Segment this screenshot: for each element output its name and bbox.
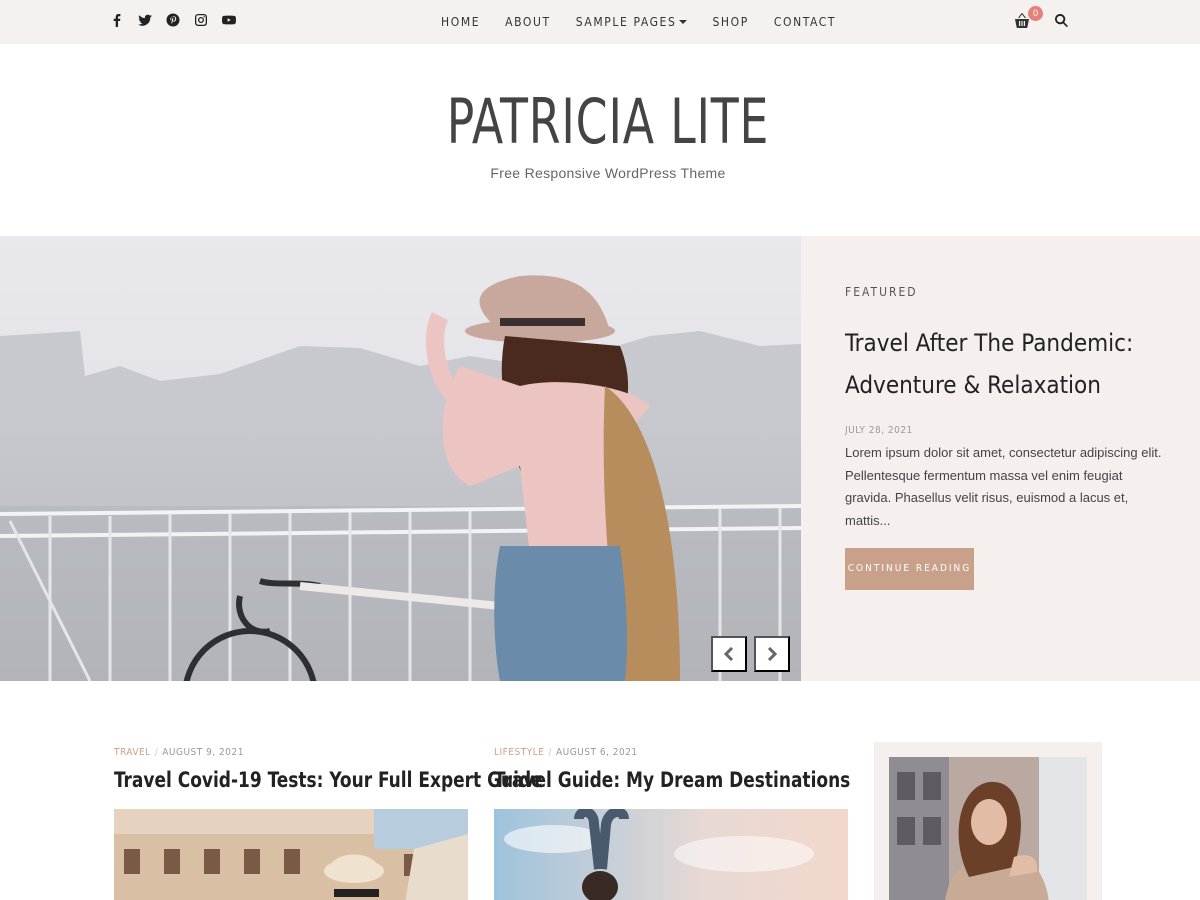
featured-image[interactable] [0,236,801,681]
post-photo [114,809,468,900]
nav-contact[interactable]: CONTACT [774,15,836,29]
slider-prev-button[interactable] [711,636,747,672]
featured-title[interactable]: Travel After The Pandemic: Adventure & R… [845,322,1175,406]
meta-separator: / [154,747,159,758]
chevron-right-icon [767,647,778,661]
nav-shop-label: SHOP [712,15,749,29]
cart-count-badge: 0 [1028,6,1043,21]
pinterest-icon[interactable] [166,13,180,29]
search-icon[interactable] [1054,13,1070,29]
youtube-icon[interactable] [222,13,236,29]
post-category[interactable]: LIFESTYLE [494,747,544,758]
nav-home-label: HOME [441,15,481,29]
nav-contact-label: CONTACT [773,15,837,29]
instagram-icon[interactable] [194,13,208,29]
featured-photo [0,236,801,681]
sidebar-photo [889,757,1087,900]
post-title[interactable]: Travel Covid-19 Tests: Your Full Expert … [114,768,543,792]
featured-date: JULY 28, 2021 [845,425,913,436]
sidebar-about-widget [874,742,1102,900]
nav-home[interactable]: HOME [441,15,480,29]
post-meta: TRAVEL / AUGUST 9, 2021 [114,747,468,758]
nav-about-label: ABOUT [505,15,551,29]
featured-label: FEATURED [845,285,918,299]
post-photo [494,809,848,900]
facebook-icon[interactable] [110,13,124,29]
main-nav: HOME ABOUT SAMPLE PAGES SHOP CONTACT [441,15,861,29]
social-links [110,13,236,29]
nav-shop[interactable]: SHOP [712,15,748,29]
site-title[interactable]: PATRICIA LITE [109,85,1106,158]
continue-reading-button[interactable]: CONTINUE READING [845,548,974,590]
post-card: LIFESTYLE / AUGUST 6, 2021 Travel Guide: M… [494,747,850,900]
featured-panel: FEATURED Travel After The Pandemic: Adve… [801,236,1200,681]
sidebar-image [889,757,1087,900]
chevron-left-icon [723,647,734,661]
post-image[interactable] [114,809,468,900]
slider-next-button[interactable] [754,636,790,672]
post-meta: LIFESTYLE / AUGUST 6, 2021 [494,747,848,758]
post-category[interactable]: TRAVEL [114,747,151,758]
meta-separator: / [548,747,552,758]
post-date: AUGUST 9, 2021 [162,747,244,758]
post-image[interactable] [494,809,848,900]
post-date: AUGUST 6, 2021 [555,747,638,758]
top-bar: HOME ABOUT SAMPLE PAGES SHOP CONTACT 0 [0,0,1200,44]
nav-about[interactable]: ABOUT [505,15,551,29]
nav-sample-pages-label: SAMPLE PAGES [575,15,677,29]
site-tagline: Free Responsive WordPress Theme [490,165,726,181]
post-card: TRAVEL / AUGUST 9, 2021 Travel Covid-19 Te… [114,747,543,900]
nav-sample-pages[interactable]: SAMPLE PAGES [576,15,688,29]
post-title[interactable]: Travel Guide: My Dream Destinations [494,768,850,792]
twitter-icon[interactable] [138,13,152,29]
featured-excerpt: Lorem ipsum dolor sit amet, consectetur … [845,445,1162,528]
chevron-down-icon [679,20,688,24]
